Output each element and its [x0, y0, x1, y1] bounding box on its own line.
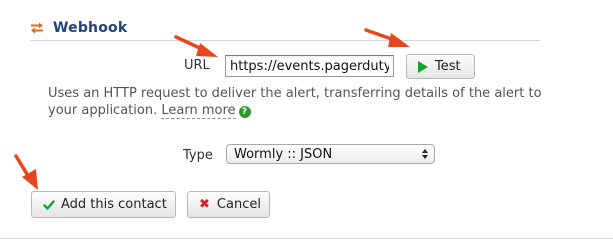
test-button[interactable]: Test — [406, 54, 475, 79]
annotation-arrow-test — [364, 28, 410, 47]
annotation-arrow-add — [14, 154, 38, 190]
help-icon[interactable]: ? — [238, 106, 251, 118]
transfer-arrows-icon — [31, 22, 43, 34]
webhook-description: Uses an HTTP request to deliver the aler… — [48, 85, 568, 119]
select-updown-icon — [422, 149, 428, 159]
section-title: Webhook — [53, 20, 128, 36]
checkmark-icon — [43, 199, 55, 210]
type-select[interactable]: Wormly :: JSON — [226, 144, 435, 164]
bottom-divider — [0, 238, 613, 239]
cancel-button[interactable]: ✖ Cancel — [187, 191, 270, 218]
learn-more-link[interactable]: Learn more — [161, 103, 236, 119]
description-text: Uses an HTTP request to deliver the aler… — [48, 86, 542, 118]
type-label: Type — [183, 148, 213, 163]
section-divider — [30, 40, 540, 41]
url-input[interactable] — [225, 55, 394, 77]
cancel-label: Cancel — [216, 197, 261, 212]
annotation-arrow-url — [174, 35, 218, 57]
close-icon: ✖ — [199, 197, 210, 212]
add-contact-label: Add this contact — [61, 197, 167, 212]
test-button-label: Test — [435, 59, 461, 74]
type-select-value: Wormly :: JSON — [234, 146, 333, 162]
add-contact-button[interactable]: Add this contact — [31, 191, 176, 218]
play-icon — [418, 60, 428, 73]
